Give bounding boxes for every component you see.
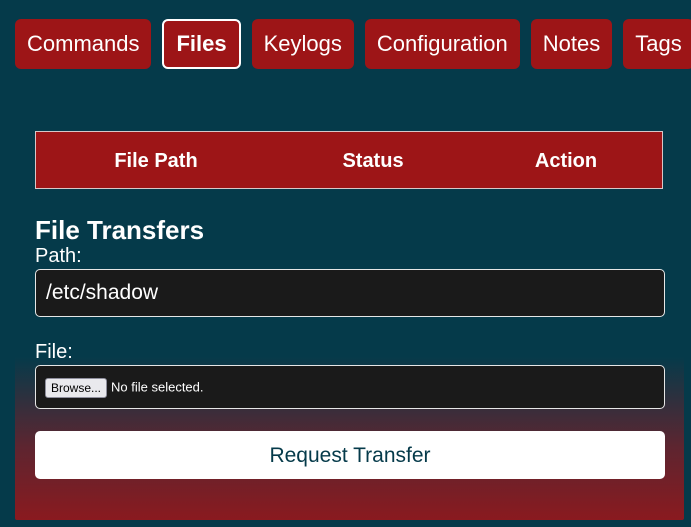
column-header-file-path: File Path [114,150,198,172]
tab-tags[interactable]: Tags [623,19,691,69]
tab-commands[interactable]: Commands [15,19,152,69]
file-table-header: File Path Status Action [35,131,663,189]
column-header-status: Status [342,150,404,172]
tab-configuration[interactable]: Configuration [364,19,520,69]
file-label: File: [35,341,73,363]
file-transfers-panel: File Path Status Action File Transfers P… [15,112,684,520]
section-title: File Transfers [35,215,205,245]
tab-keylogs[interactable]: Keylogs [251,19,354,69]
file-status-text: No file selected. [111,379,204,395]
path-label: Path: [35,245,82,267]
browse-button[interactable]: Browse... [45,377,108,398]
request-transfer-button[interactable]: Request Transfer [35,431,665,479]
tab-notes[interactable]: Notes [530,19,613,69]
top-nav-tabs: Commands Files Keylogs Configuration Not… [15,19,691,69]
file-input[interactable]: Browse... No file selected. [35,365,665,409]
path-input[interactable]: /etc/shadow [35,269,665,317]
column-header-action: Action [534,150,598,172]
tab-files[interactable]: Files [162,19,241,69]
